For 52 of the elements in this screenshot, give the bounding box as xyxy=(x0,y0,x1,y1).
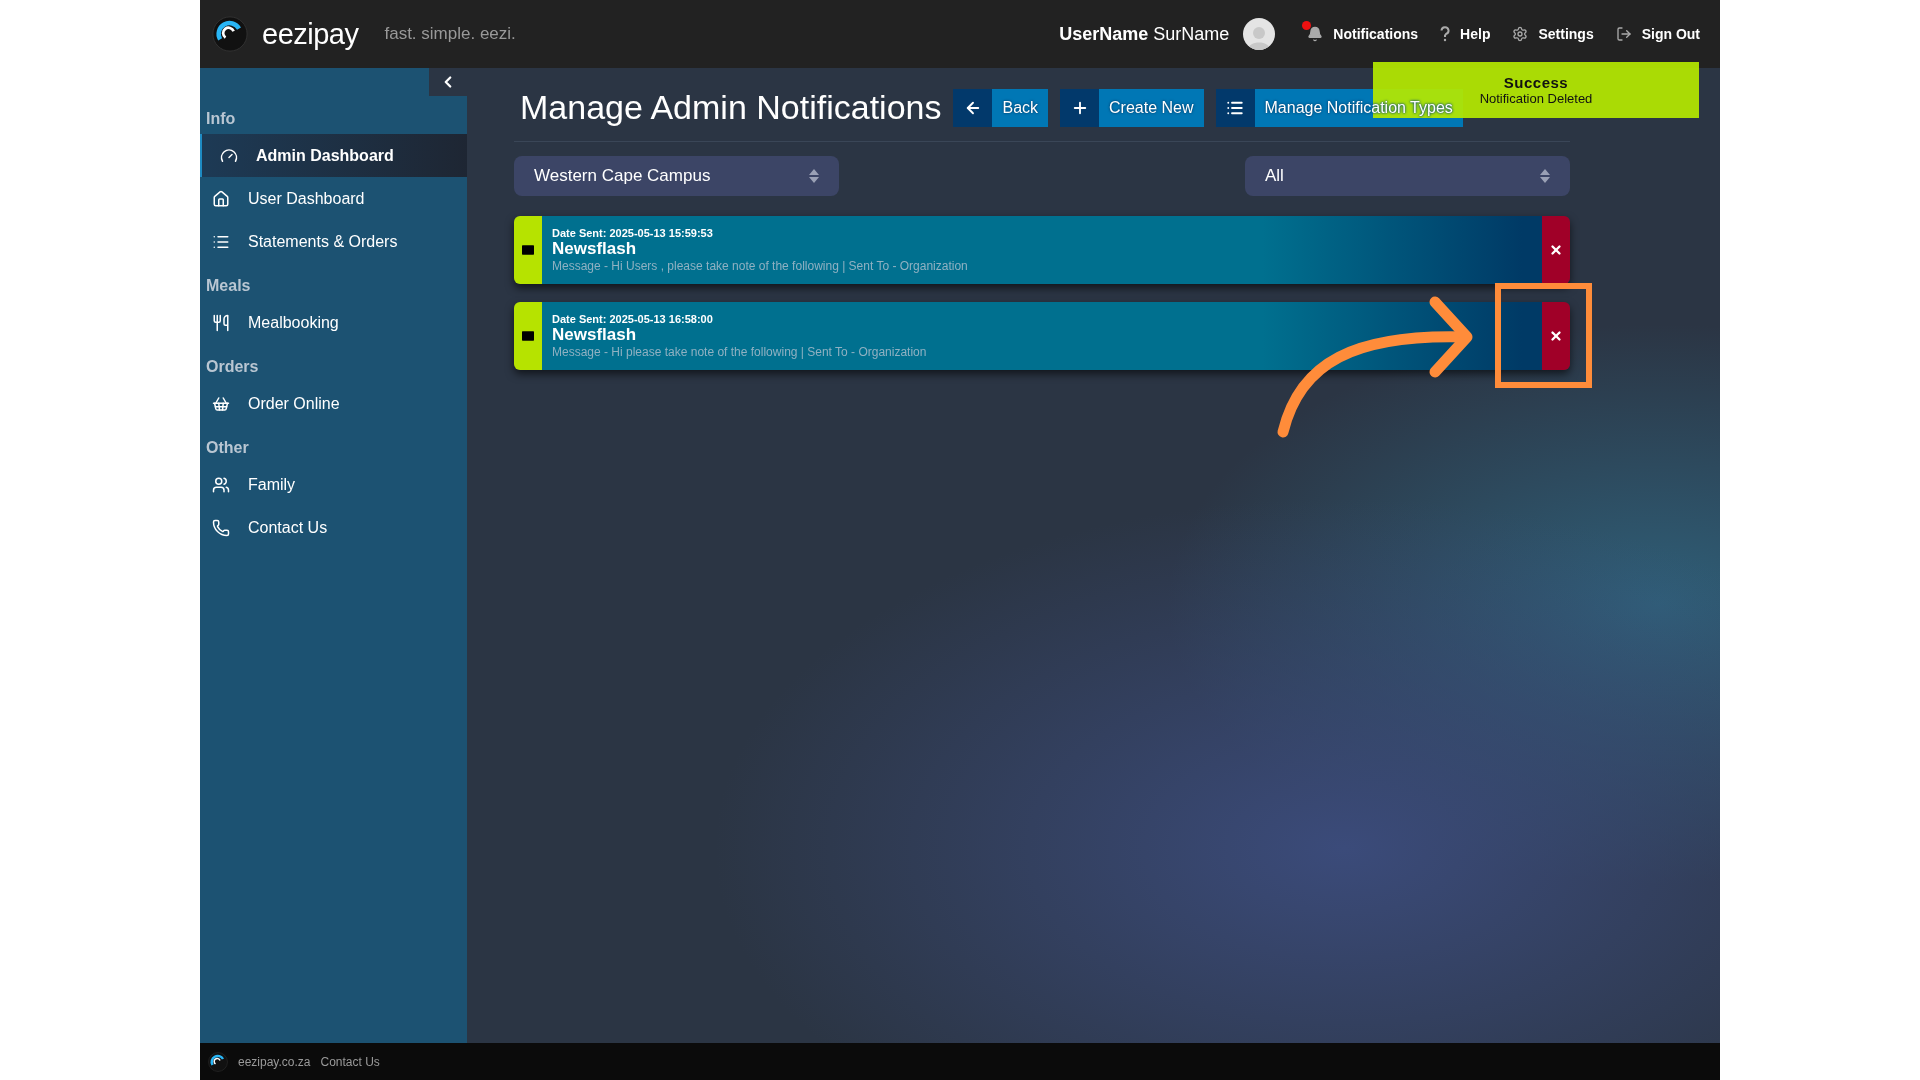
utensils-icon xyxy=(212,313,230,332)
delete-button[interactable] xyxy=(1542,216,1570,284)
notification-message: Message - Hi Users , please take note of the following | Sent To - Organization xyxy=(552,259,969,273)
footer-link[interactable]: Contact Us xyxy=(320,1054,380,1069)
tagline: fast. simple. eezi. xyxy=(384,24,516,44)
sidebar-item[interactable]: Statements & Orders xyxy=(200,220,467,263)
header-link[interactable]: Notifications xyxy=(1307,26,1419,42)
phone-icon xyxy=(212,518,230,537)
sidebar-item[interactable]: Contact Us xyxy=(200,506,467,549)
sidebar-section-title: Info xyxy=(205,109,237,129)
date-sent: Date Sent: 2025-05-13 15:59:53 xyxy=(552,227,714,239)
gauge-icon xyxy=(220,146,238,165)
footer-logo-icon xyxy=(208,1051,228,1072)
people-icon xyxy=(212,475,230,494)
basket-icon xyxy=(212,394,230,413)
sidebar-item[interactable]: Mealbooking xyxy=(200,301,467,344)
sidebar-section-title: Orders xyxy=(205,357,260,377)
delete-button[interactable] xyxy=(1542,302,1570,370)
header-link[interactable]: Settings xyxy=(1512,26,1594,42)
header-link[interactable]: Sign Out xyxy=(1615,26,1700,42)
sidebar-item[interactable]: Family xyxy=(200,463,467,506)
user-name: UserName SurName xyxy=(1059,23,1230,45)
close-icon xyxy=(1549,329,1563,343)
notification-title: Newsflash xyxy=(552,239,638,259)
close-icon xyxy=(1549,243,1563,257)
notification-title: Newsflash xyxy=(552,325,638,345)
toolbar-button[interactable]: Back xyxy=(953,88,1049,127)
page-title: Manage Admin Notifications xyxy=(520,88,942,127)
avatar[interactable] xyxy=(1243,18,1276,50)
toolbar-button[interactable]: Create New xyxy=(1060,88,1204,127)
date-sent: Date Sent: 2025-05-13 16:58:00 xyxy=(552,313,714,325)
question-mark-icon xyxy=(1440,26,1451,42)
header-link[interactable]: Help xyxy=(1440,26,1491,42)
sign-out-icon xyxy=(1615,26,1632,42)
dropdown[interactable]: All xyxy=(1245,156,1570,196)
sidebar-item[interactable]: Order Online xyxy=(200,382,467,425)
home-icon xyxy=(212,189,230,208)
notification-message: Message - Hi please take note of the following | Sent To - Organization xyxy=(552,345,928,359)
sort-caret-icon xyxy=(1540,169,1550,183)
dropdown[interactable]: Western Cape Campus xyxy=(514,156,839,196)
sidebar-section-title: Other xyxy=(205,438,250,458)
brand-name: eezipay xyxy=(262,17,359,51)
sidebar-section-title: Meals xyxy=(205,276,252,296)
sort-caret-icon xyxy=(809,169,819,183)
sidebar-item[interactable]: Admin Dashboard xyxy=(200,134,467,177)
toast-message: Notification Deleted xyxy=(1479,91,1593,106)
sidebar-item[interactable]: User Dashboard xyxy=(200,177,467,220)
toast-title: Success xyxy=(1503,74,1569,91)
footer-link[interactable]: eezipay.co.za xyxy=(238,1054,311,1069)
settings-icon xyxy=(1512,26,1529,42)
collapse-button[interactable] xyxy=(429,68,467,96)
logo-icon xyxy=(212,16,248,52)
